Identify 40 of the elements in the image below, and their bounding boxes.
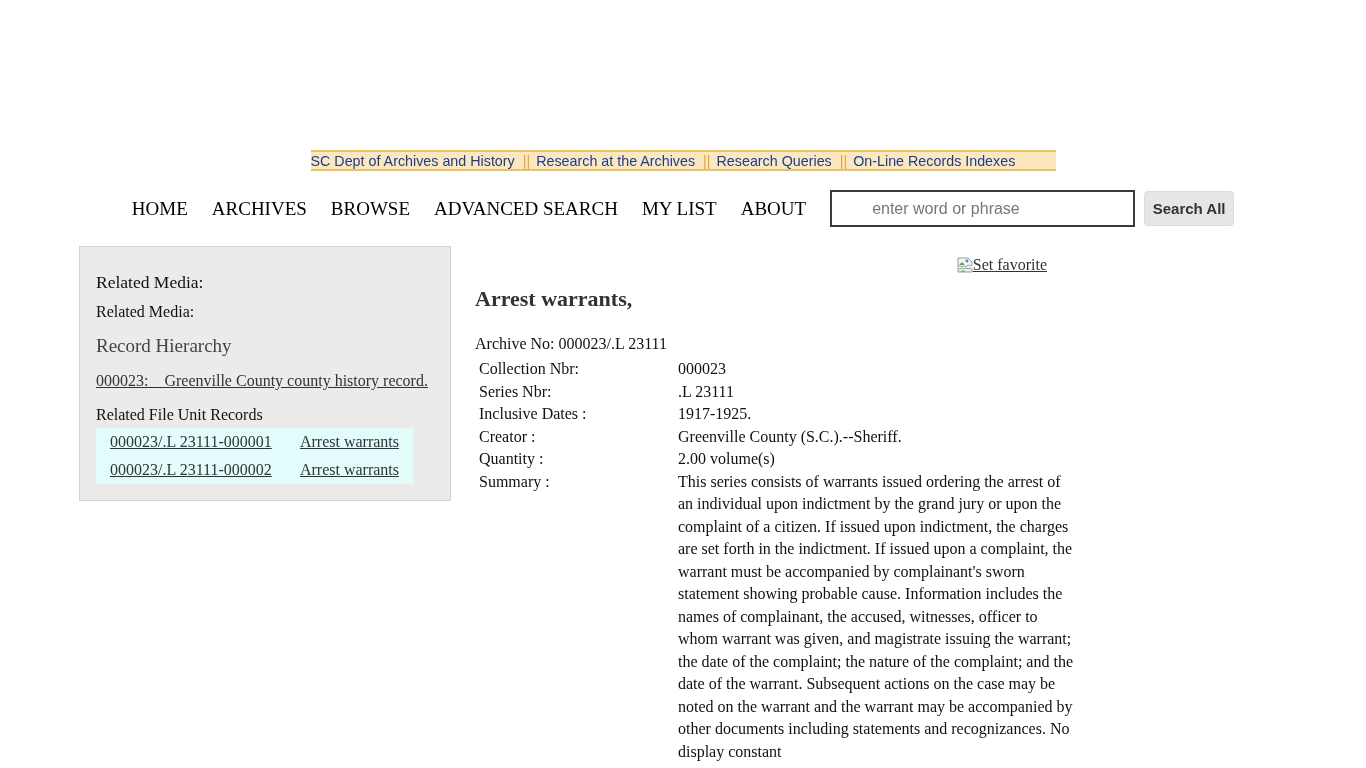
field-label: Creator : [479, 426, 536, 447]
file-number-link[interactable]: 000023/.L 23111-000002 [110, 461, 272, 479]
set-favorite-link[interactable]: Set favorite [956, 256, 1047, 274]
field-value: 000023 [678, 359, 727, 379]
nav-link[interactable]: ARCHIVES [211, 197, 307, 220]
link-separator: || [703, 152, 711, 169]
field-value: Greenville County (S.C.).--Sheriff. [678, 426, 903, 448]
record-title: Arrest warrants, [475, 287, 633, 311]
related-media-label: Related Media: [96, 303, 195, 321]
nav-link[interactable]: ABOUT [740, 197, 807, 220]
record-hierarchy-heading: Record Hierarchy [96, 335, 232, 357]
field-label: Series Nbr: [479, 381, 552, 402]
field-label: Collection Nbr: [479, 359, 579, 379]
top-link[interactable]: On-Line Records Indexes [853, 152, 1016, 169]
top-link[interactable]: Research at the Archives [536, 152, 696, 169]
nav-link[interactable]: HOME [131, 197, 188, 220]
field-label: Inclusive Dates : [479, 404, 587, 424]
file-number-link[interactable]: 000023/.L 23111-000001 [110, 433, 272, 451]
image-icon [956, 257, 973, 273]
nav-link[interactable]: ADVANCED SEARCH [434, 197, 618, 220]
field-value: .L 23111 [678, 381, 735, 402]
link-separator: || [522, 152, 531, 169]
field-value: 1917-1925. [678, 404, 753, 424]
link-separator: || [839, 152, 848, 169]
search-all-button[interactable]: Search All [1144, 191, 1235, 226]
nav-link[interactable]: MY LIST [641, 197, 717, 220]
field-label: Summary : [479, 471, 550, 493]
nav-link[interactable]: BROWSE [330, 197, 410, 220]
field-value: This series consists of warrants issued ordering the arrest of an individual upon indictment by the grand jury or upon the complaint of a citizen. If issued upon indictment, the charges are set forth in the indictment. If issued upon a complaint, the warrant must be accompanied by complainant's sworn statement showing probable cause. Information includes the names of complainant, the accused, witnesses, officer to whom warrant was given, and magistrate issuing the warrant; the date of the complaint; the nature of the complaint; and the date of the warrant. Subsequent actions on the case may be noted on the warrant and the warrant may be accompanied by other documents including statements and recognizances. No display constant [678, 471, 1074, 763]
hierarchy-link[interactable]: 000023: Greenville County county history record. [96, 372, 428, 389]
file-title-link[interactable]: Arrest warrants [299, 461, 399, 479]
related-files-heading: Related File Unit Records [96, 406, 263, 424]
archive-number: Archive No: 000023/.L 23111 [475, 335, 667, 353]
related-media-heading: Related Media: [96, 272, 204, 292]
top-link[interactable]: Research Queries [716, 152, 832, 169]
field-label: Quantity : [479, 449, 544, 470]
field-value: 2.00 volume(s) [678, 449, 776, 470]
search-field[interactable]: enter word or phrase [830, 190, 1136, 227]
file-title-link[interactable]: Arrest warrants [299, 433, 399, 451]
top-link[interactable]: SC Dept of Archives and History [310, 152, 515, 169]
